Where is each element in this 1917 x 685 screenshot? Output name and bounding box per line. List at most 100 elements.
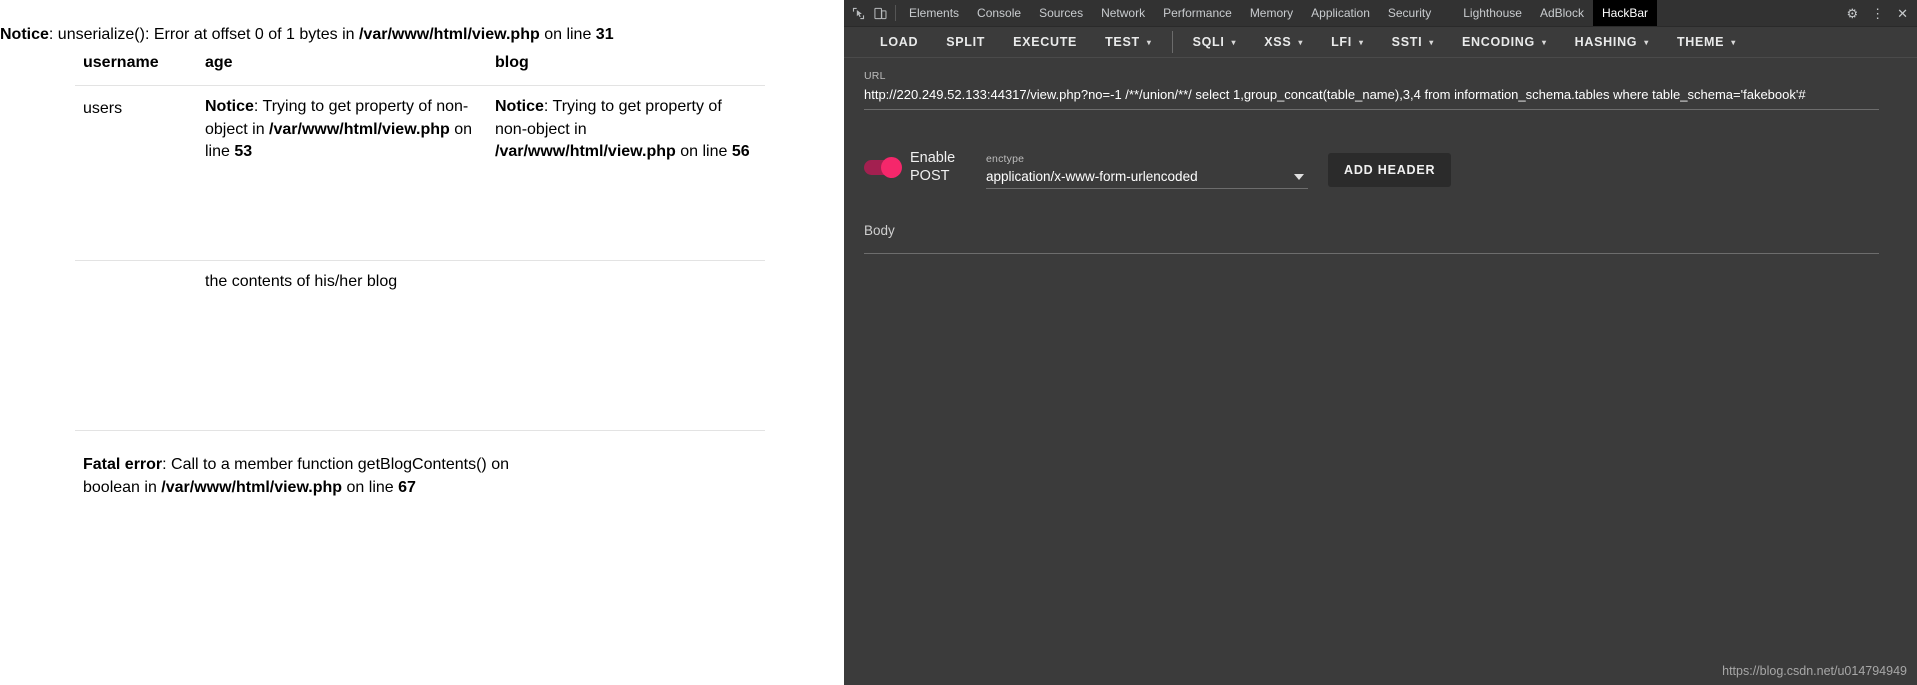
theme-menu-button[interactable]: THEME ▾ (1663, 27, 1750, 58)
screenshot-root: Notice: unserialize(): Error at offset 0… (0, 0, 1917, 685)
notice-line-number: 53 (234, 143, 253, 161)
cell-blog-notice: Notice: Trying to get property of non-ob… (487, 85, 765, 261)
chevron-down-icon: ▾ (1298, 37, 1304, 47)
test-menu-label: TEST (1105, 34, 1140, 49)
column-header-blog: blog (487, 45, 765, 86)
notice-label: Notice (495, 97, 544, 115)
fatal-label: Fatal error (83, 455, 163, 473)
enable-post-toggle[interactable] (864, 157, 902, 179)
chevron-down-icon: ▾ (1541, 37, 1547, 47)
sqli-menu-button[interactable]: SQLI ▾ (1179, 27, 1251, 58)
devtools-right-controls: ⚙ ⋮ ✕ (1846, 0, 1917, 26)
ssti-menu-label: SSTI (1391, 34, 1423, 49)
tab-network[interactable]: Network (1092, 0, 1154, 26)
hackbar-content: URL http://220.249.52.133:44317/view.php… (844, 58, 1917, 685)
url-input[interactable]: http://220.249.52.133:44317/view.php?no=… (864, 86, 1879, 105)
enable-post-label-line2: POST (910, 167, 950, 184)
toolbar-divider (895, 5, 896, 21)
fatal-online: on line (342, 478, 399, 496)
load-button[interactable]: LOAD (866, 27, 932, 58)
chevron-down-icon: ▾ (1731, 37, 1736, 47)
notice-online: on line (539, 26, 596, 43)
tab-sources[interactable]: Sources (1030, 0, 1092, 26)
url-field-group: URL http://220.249.52.133:44317/view.php… (864, 70, 1879, 110)
toolbar-divider (1171, 31, 1173, 53)
table-header-row: username age blog (75, 45, 765, 86)
encoding-menu-button[interactable]: ENCODING ▾ (1448, 27, 1561, 58)
chevron-down-icon: ▾ (1429, 37, 1434, 47)
tab-lighthouse[interactable]: Lighthouse (1454, 0, 1531, 26)
gear-icon[interactable]: ⚙ (1846, 7, 1858, 20)
tab-memory[interactable]: Memory (1241, 0, 1302, 26)
xss-menu-label: XSS (1264, 34, 1292, 49)
tab-application[interactable]: Application (1302, 0, 1379, 26)
notice-file: /var/www/html/view.php (495, 143, 676, 161)
chevron-down-icon (1294, 174, 1304, 181)
notice-label: Notice (205, 97, 254, 115)
devtools-panel: Elements Console Sources Network Perform… (844, 0, 1917, 685)
enctype-select-group[interactable]: enctype application/x-www-form-urlencode… (986, 153, 1308, 190)
enable-post-toggle-group[interactable]: Enable POST (864, 150, 970, 185)
devtools-toolbar-icons (844, 0, 893, 26)
notice-line-word: line (702, 143, 732, 161)
post-settings-row: Enable POST enctype application/x-www-fo… (864, 150, 1917, 190)
sqli-menu-label: SQLI (1192, 34, 1225, 49)
xss-menu-button[interactable]: XSS ▾ (1250, 27, 1317, 58)
tab-security[interactable]: Security (1379, 0, 1440, 26)
add-header-button[interactable]: ADD HEADER (1328, 153, 1452, 188)
cell-empty-username (75, 260, 197, 431)
hashing-menu-label: HASHING (1574, 34, 1638, 49)
hashing-menu-button[interactable]: HASHING ▾ (1561, 27, 1663, 58)
notice-file: /var/www/html/view.php (358, 26, 540, 43)
tab-performance[interactable]: Performance (1154, 0, 1241, 26)
watermark-text: https://blog.csdn.net/u014794949 (1722, 664, 1907, 678)
table-row: users Notice: Trying to get property of … (75, 85, 765, 261)
toggle-knob (881, 157, 902, 179)
test-menu-button[interactable]: TEST ▾ (1091, 27, 1165, 58)
tab-adblock[interactable]: AdBlock (1531, 0, 1593, 26)
chevron-down-icon: ▾ (1231, 37, 1237, 47)
tab-hackbar[interactable]: HackBar (1592, 0, 1657, 26)
cell-blog-contents: the contents of his/her blog (197, 260, 487, 431)
close-icon[interactable]: ✕ (1897, 7, 1908, 20)
notice-label: Notice (0, 26, 49, 43)
php-fatal-error: Fatal error: Call to a member function g… (0, 431, 560, 499)
encoding-menu-label: ENCODING (1461, 34, 1535, 49)
enable-post-label: Enable POST (910, 150, 970, 185)
execute-button[interactable]: EXECUTE (999, 27, 1091, 58)
tab-elements[interactable]: Elements (900, 0, 968, 26)
enctype-label: enctype (986, 153, 1025, 166)
more-options-icon[interactable]: ⋮ (1871, 7, 1884, 20)
url-label: URL (864, 70, 886, 82)
cell-age-notice: Notice: Trying to get property of non-ob… (197, 85, 487, 261)
fatal-line-number: 67 (398, 478, 416, 496)
tab-console[interactable]: Console (968, 0, 1030, 26)
inspect-element-icon[interactable] (852, 7, 865, 20)
chevron-down-icon: ▾ (1644, 37, 1649, 47)
theme-menu-label: THEME (1676, 34, 1725, 49)
chevron-down-icon: ▾ (1146, 37, 1152, 47)
fakebook-result-table: username age blog users Notice: Trying t… (75, 45, 765, 431)
body-field-group: Body (864, 223, 1879, 255)
ssti-menu-button[interactable]: SSTI ▾ (1378, 27, 1448, 58)
devtools-tab-strip: Elements Console Sources Network Perform… (844, 0, 1917, 27)
chevron-down-icon: ▾ (1358, 37, 1364, 47)
cell-empty-blog (487, 260, 765, 431)
column-header-age: age (197, 45, 487, 86)
device-toolbar-icon[interactable] (874, 7, 887, 20)
notice-line-number: 31 (595, 26, 614, 43)
fatal-file: /var/www/html/view.php (161, 478, 343, 496)
split-button[interactable]: SPLIT (932, 27, 999, 58)
enable-post-label-line1: Enable (910, 149, 956, 166)
browser-page-content: Notice: unserialize(): Error at offset 0… (0, 0, 844, 685)
lfi-menu-button[interactable]: LFI ▾ (1317, 27, 1378, 58)
cell-username-value: users (75, 85, 197, 261)
enctype-select-value[interactable]: application/x-www-form-urlencoded (986, 169, 1308, 184)
blog-table-wrapper: username age blog users Notice: Trying t… (0, 45, 844, 431)
body-label: Body (864, 223, 895, 239)
notice-online: on (449, 120, 473, 138)
lfi-menu-label: LFI (1331, 34, 1352, 49)
hackbar-toolbar: LOAD SPLIT EXECUTE TEST ▾ SQLI ▾ XSS ▾ L… (844, 27, 1917, 58)
notice-line-number: 56 (731, 143, 750, 161)
notice-online: on (675, 143, 703, 161)
